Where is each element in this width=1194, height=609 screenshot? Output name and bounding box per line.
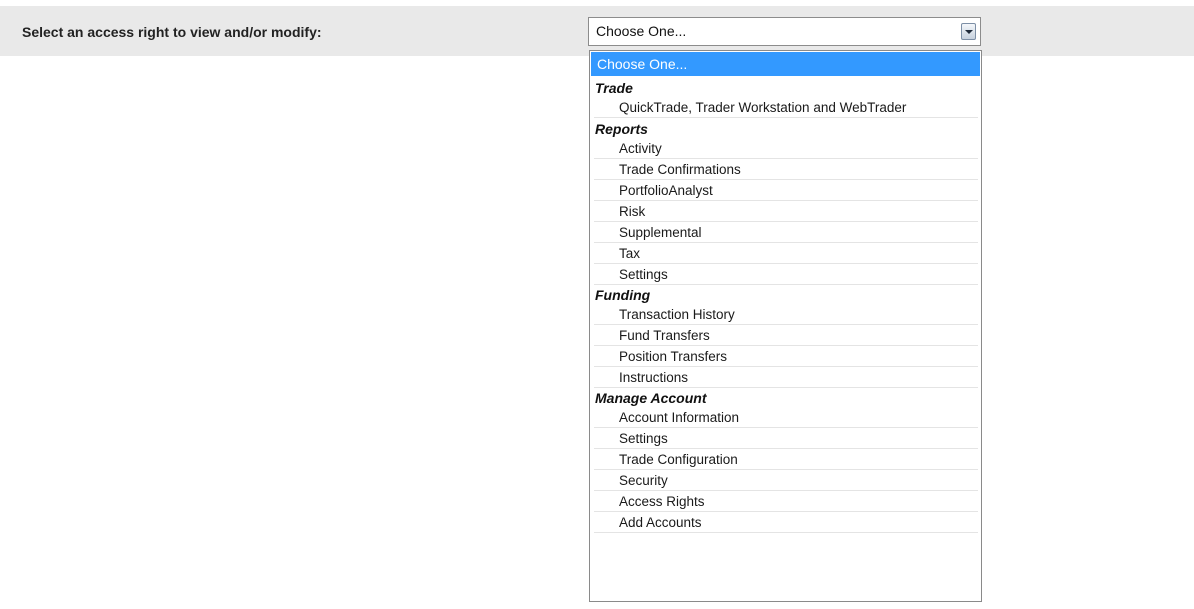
option-label: Supplemental (619, 225, 702, 240)
access-right-select[interactable]: Choose One... (588, 17, 981, 46)
option-trade-configuration[interactable]: Trade Configuration (594, 450, 978, 470)
option-fund-transfers[interactable]: Fund Transfers (594, 326, 978, 346)
chevron-down-icon[interactable] (961, 23, 976, 40)
option-label: Access Rights (619, 494, 705, 509)
option-label: PortfolioAnalyst (619, 183, 713, 198)
option-label: Security (619, 473, 668, 488)
access-right-prompt-label: Select an access right to view and/or mo… (22, 24, 322, 40)
option-add-accounts[interactable]: Add Accounts (594, 513, 978, 533)
option-label: Fund Transfers (619, 328, 710, 343)
option-label: Settings (619, 431, 668, 446)
option-label: Activity (619, 141, 662, 156)
option-account-information[interactable]: Account Information (594, 408, 978, 428)
option-label: QuickTrade, Trader Workstation and WebTr… (619, 100, 907, 115)
option-label: Settings (619, 267, 668, 282)
option-transaction-history[interactable]: Transaction History (594, 305, 978, 325)
option-account-settings[interactable]: Settings (594, 429, 978, 449)
option-quicktrade[interactable]: QuickTrade, Trader Workstation and WebTr… (594, 98, 978, 118)
option-label: Trade Configuration (619, 452, 738, 467)
option-reports-settings[interactable]: Settings (594, 265, 978, 285)
option-tax[interactable]: Tax (594, 244, 978, 264)
option-label: Add Accounts (619, 515, 702, 530)
group-funding: Funding (595, 287, 651, 303)
select-current-value: Choose One... (596, 23, 687, 39)
option-label: Risk (619, 204, 646, 219)
option-instructions[interactable]: Instructions (594, 368, 978, 388)
option-access-rights[interactable]: Access Rights (594, 492, 978, 512)
option-security[interactable]: Security (594, 471, 978, 491)
option-label: Trade Confirmations (619, 162, 741, 177)
option-label: Instructions (619, 370, 689, 385)
group-reports: Reports (595, 121, 648, 137)
option-label: Transaction History (619, 307, 735, 322)
access-right-dropdown-list[interactable]: Choose One... Trade QuickTrade, Trader W… (589, 50, 982, 602)
option-trade-confirmations[interactable]: Trade Confirmations (594, 160, 978, 180)
option-choose-one[interactable]: Choose One... (591, 52, 980, 76)
option-label: Tax (619, 246, 641, 261)
option-portfolioanalyst[interactable]: PortfolioAnalyst (594, 181, 978, 201)
option-supplemental[interactable]: Supplemental (594, 223, 978, 243)
group-trade: Trade (595, 80, 633, 96)
option-label: Account Information (619, 410, 740, 425)
option-position-transfers[interactable]: Position Transfers (594, 347, 978, 367)
group-manage-account: Manage Account (595, 390, 707, 406)
option-activity[interactable]: Activity (594, 139, 978, 159)
option-label: Position Transfers (619, 349, 728, 364)
option-risk[interactable]: Risk (594, 202, 978, 222)
